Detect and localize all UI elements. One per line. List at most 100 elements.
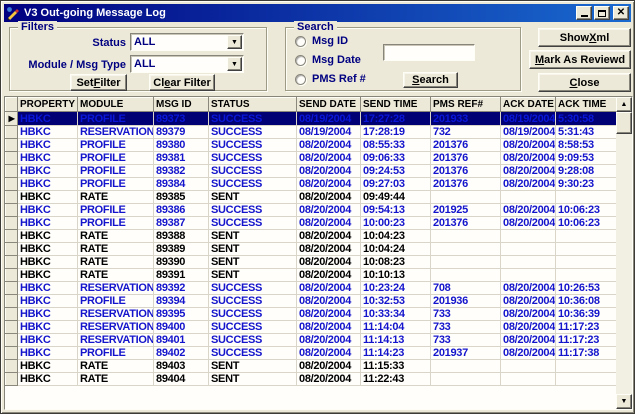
title-bar[interactable]: V3 Out-going Message Log ✕	[4, 4, 631, 22]
table-row[interactable]: HBKCPROFILE89380SUCCESS08/20/200408:55:3…	[6, 139, 617, 152]
row-selector[interactable]	[6, 191, 18, 204]
grid-cell: SENT	[209, 230, 297, 243]
scrollbar-thumb[interactable]	[616, 112, 632, 134]
clear-filter-button[interactable]: Clear Filter	[149, 74, 215, 91]
table-row[interactable]: HBKCRATE89391SENT08/20/200410:10:13	[6, 269, 617, 282]
table-row[interactable]: HBKCPROFILE89402SUCCESS08/20/200411:14:2…	[6, 347, 617, 360]
grid-cell	[556, 373, 617, 386]
set-filter-button[interactable]: Set Filter	[70, 74, 127, 91]
close-button[interactable]: Close	[538, 73, 631, 92]
column-header[interactable]: STATUS	[209, 98, 297, 112]
grid-cell: 11:22:43	[361, 373, 431, 386]
table-row[interactable]: HBKCPROFILE89384SUCCESS08/20/200409:27:0…	[6, 178, 617, 191]
show-xml-button[interactable]: Show Xml	[538, 28, 631, 47]
grid-cell	[431, 269, 501, 282]
grid-cell: 733	[431, 308, 501, 321]
row-selector[interactable]	[6, 217, 18, 230]
search-legend: Search	[294, 21, 337, 33]
table-row[interactable]: HBKCRATE89388SENT08/20/200410:04:23	[6, 230, 617, 243]
grid-cell	[431, 360, 501, 373]
column-header[interactable]: MSG ID	[154, 98, 209, 112]
row-selector[interactable]	[6, 282, 18, 295]
grid-cell	[501, 256, 556, 269]
grid-cell: HBKC	[18, 256, 78, 269]
search-input[interactable]	[383, 44, 475, 61]
row-selector[interactable]	[6, 347, 18, 360]
grid-cell: 89388	[154, 230, 209, 243]
row-selector[interactable]	[6, 139, 18, 152]
column-header[interactable]: ACK DATE	[501, 98, 556, 112]
radio-icon[interactable]	[295, 74, 306, 85]
grid-cell: 89400	[154, 321, 209, 334]
table-row[interactable]: HBKCRESERVATION89400SUCCESS08/20/200411:…	[6, 321, 617, 334]
grid-cell: PROFILE	[78, 204, 154, 217]
table-row[interactable]: HBKCRATE89385SENT08/20/200409:49:44	[6, 191, 617, 204]
grid-cell: 09:06:33	[361, 152, 431, 165]
grid-cell: RATE	[78, 243, 154, 256]
vertical-scrollbar[interactable]: ▲ ▼	[616, 97, 632, 409]
row-selector[interactable]	[6, 243, 18, 256]
grid-cell: 08/19/2004	[297, 112, 361, 126]
table-row[interactable]: HBKCRESERVATION89379SUCCESS08/19/200417:…	[6, 126, 617, 139]
arrow-up-icon[interactable]: ▲	[616, 97, 632, 112]
chevron-down-icon[interactable]: ▼	[227, 57, 242, 71]
grid-cell: 9:30:23	[556, 178, 617, 191]
chevron-down-icon[interactable]: ▼	[227, 35, 242, 49]
row-selector[interactable]	[6, 373, 18, 386]
row-selector[interactable]	[6, 295, 18, 308]
radio-msg-id[interactable]: Msg ID	[295, 35, 348, 47]
row-selector[interactable]: ▶	[6, 112, 18, 126]
grid-cell: 11:15:33	[361, 360, 431, 373]
table-row[interactable]: HBKCRATE89403SENT08/20/200411:15:33	[6, 360, 617, 373]
table-row[interactable]: HBKCPROFILE89387SUCCESS08/20/200410:00:2…	[6, 217, 617, 230]
row-selector[interactable]	[6, 256, 18, 269]
table-row[interactable]: HBKCPROFILE89382SUCCESS08/20/200409:24:5…	[6, 165, 617, 178]
table-row[interactable]: HBKCPROFILE89381SUCCESS08/20/200409:06:3…	[6, 152, 617, 165]
grid-cell: HBKC	[18, 126, 78, 139]
table-row[interactable]: HBKCRATE89389SENT08/20/200410:04:24	[6, 243, 617, 256]
table-row[interactable]: HBKCRATE89390SENT08/20/200410:08:23	[6, 256, 617, 269]
table-row[interactable]: HBKCRESERVATION89395SUCCESS08/20/200410:…	[6, 308, 617, 321]
grid-cell: 08/20/2004	[297, 204, 361, 217]
row-selector[interactable]	[6, 178, 18, 191]
row-selector[interactable]	[6, 165, 18, 178]
maximize-button[interactable]	[594, 6, 610, 20]
row-selector[interactable]	[6, 269, 18, 282]
radio-pms-ref[interactable]: PMS Ref #	[295, 73, 366, 85]
table-row[interactable]: HBKCRESERVATION89392SUCCESS08/20/200410:…	[6, 282, 617, 295]
column-header[interactable]: PROPERTY	[18, 98, 78, 112]
row-selector[interactable]	[6, 334, 18, 347]
column-header[interactable]: PMS REF#	[431, 98, 501, 112]
table-row[interactable]: HBKCRATE89404SENT08/20/200411:22:43	[6, 373, 617, 386]
minimize-button[interactable]	[576, 6, 592, 20]
close-window-button[interactable]: ✕	[613, 6, 629, 20]
grid-cell: SUCCESS	[209, 282, 297, 295]
grid-cell: 89402	[154, 347, 209, 360]
radio-msg-date[interactable]: Msg Date	[295, 54, 361, 66]
module-type-select[interactable]: ALL ▼	[130, 55, 244, 73]
status-select[interactable]: ALL ▼	[130, 33, 244, 51]
radio-icon[interactable]	[295, 55, 306, 66]
table-row[interactable]: HBKCRESERVATION89401SUCCESS08/20/200411:…	[6, 334, 617, 347]
column-header[interactable]: SEND DATE	[297, 98, 361, 112]
row-selector[interactable]	[6, 152, 18, 165]
grid-cell: 17:27:28	[361, 112, 431, 126]
table-row[interactable]: HBKCPROFILE89394SUCCESS08/20/200410:32:5…	[6, 295, 617, 308]
table-row[interactable]: HBKCPROFILE89386SUCCESS08/20/200409:54:1…	[6, 204, 617, 217]
arrow-down-icon[interactable]: ▼	[616, 394, 632, 409]
table-row[interactable]: ▶HBKCPROFILE89373SUCCESS08/19/200417:27:…	[6, 112, 617, 126]
radio-icon[interactable]	[295, 36, 306, 47]
column-header[interactable]: MODULE	[78, 98, 154, 112]
mark-as-reviewed-button[interactable]: Mark As Reviewd	[529, 50, 631, 69]
search-button[interactable]: Search	[403, 72, 458, 88]
row-selector[interactable]	[6, 321, 18, 334]
grid-cell: 08/20/2004	[297, 243, 361, 256]
row-selector[interactable]	[6, 308, 18, 321]
row-selector[interactable]	[6, 126, 18, 139]
row-selector[interactable]	[6, 204, 18, 217]
row-selector[interactable]	[6, 230, 18, 243]
column-header[interactable]: SEND TIME	[361, 98, 431, 112]
row-selector[interactable]	[6, 360, 18, 373]
grid-cell: 08/20/2004	[297, 334, 361, 347]
column-header[interactable]: ACK TIME	[556, 98, 617, 112]
